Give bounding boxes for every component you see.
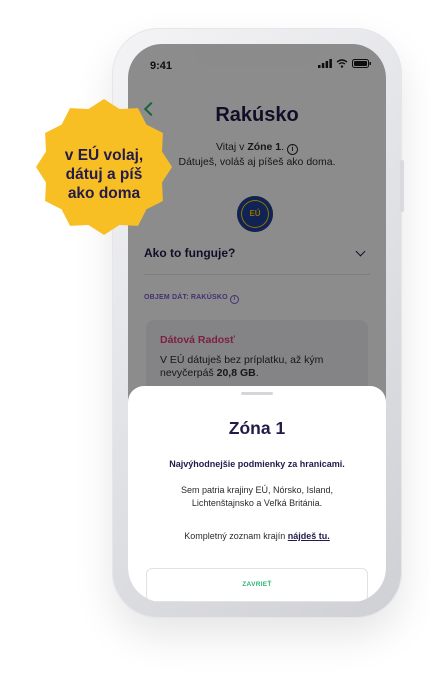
sheet-title: Zóna 1 — [228, 418, 286, 438]
sheet-subtitle: Najvýhodnejšie podmienky za hranicami. — [169, 459, 345, 469]
sheet-body: Sem patria krajiny EÚ, Nórsko, Island, L… — [180, 485, 334, 508]
badge-line-2: dátuj a píš — [65, 166, 143, 183]
country-list-prefix: Kompletný zoznam krajín — [184, 531, 288, 541]
sheet-grabber[interactable] — [241, 392, 273, 395]
side-button — [400, 160, 404, 212]
country-list-link[interactable]: nájdeš tu. — [288, 531, 330, 541]
badge-line-3: ako doma — [67, 185, 141, 202]
zone-bottom-sheet: Zóna 1 Najvýhodnejšie podmienky za hrani… — [128, 386, 386, 602]
close-button[interactable]: ZAVRIEŤ — [146, 568, 368, 602]
country-list-text: Kompletný zoznam krajín nájdeš tu. — [128, 531, 386, 541]
badge-text: v EÚ volaj, dátuj a píš ako doma — [34, 146, 174, 203]
badge-line-1: v EÚ volaj, — [64, 147, 144, 164]
